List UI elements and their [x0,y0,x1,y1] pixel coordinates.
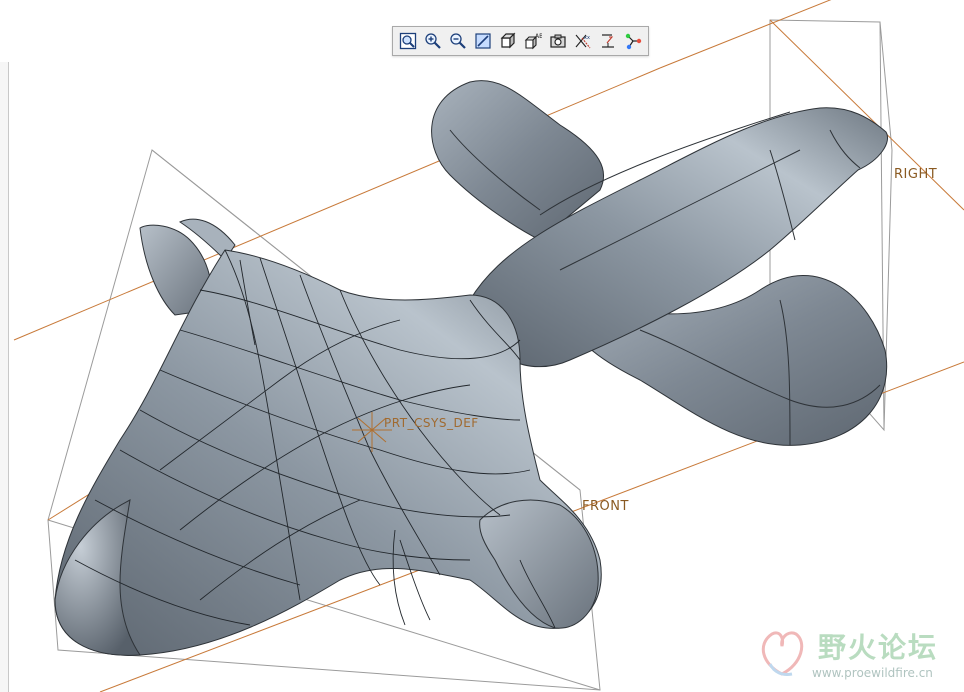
annotation-icon [602,34,614,48]
model-canvas [13,0,964,692]
zoom-out-button[interactable] [446,29,470,53]
repaint-icon [475,33,491,49]
csys-label[interactable]: PRT_CSYS_DEF [384,416,479,430]
datum-label-front[interactable]: FRONT [582,499,629,514]
watermark-url: www.proewildfire.cn [812,666,933,680]
saved-views-button[interactable]: AB [521,29,545,53]
refit-zoom-button[interactable] [396,29,420,53]
repaint-button[interactable] [471,29,495,53]
svg-text:xx: xx [584,35,590,41]
zoom-in-button[interactable] [421,29,445,53]
shaded-cube-icon [500,32,516,49]
display-style-button[interactable] [496,29,520,53]
spin-center-icon [625,33,642,50]
saved-views-icon: AB [524,33,542,50]
camera-icon [550,34,566,48]
watermark-title: 野火论坛 [818,631,939,664]
watermark-logo-icon [761,631,804,676]
zoom-out-icon [450,33,466,49]
graphics-window[interactable]: RIGHT FRONT PRT_CSYS_DEF AB xx 野火论坛 www.… [0,0,964,692]
view-manager-button[interactable] [546,29,570,53]
annotation-display-button[interactable] [596,29,620,53]
datum-display-button[interactable]: xx [571,29,595,53]
datum-planes-icon: xx [575,34,591,49]
refit-icon [399,32,417,50]
spin-center-button[interactable] [621,29,645,53]
zoom-in-icon [425,33,441,49]
datum-label-right[interactable]: RIGHT [894,167,937,182]
svg-text:AB: AB [535,33,542,40]
forum-watermark: 野火论坛 www.proewildfire.cn [752,622,952,688]
view-toolbar: AB xx [392,26,649,56]
front-right-fin[interactable] [479,499,599,629]
